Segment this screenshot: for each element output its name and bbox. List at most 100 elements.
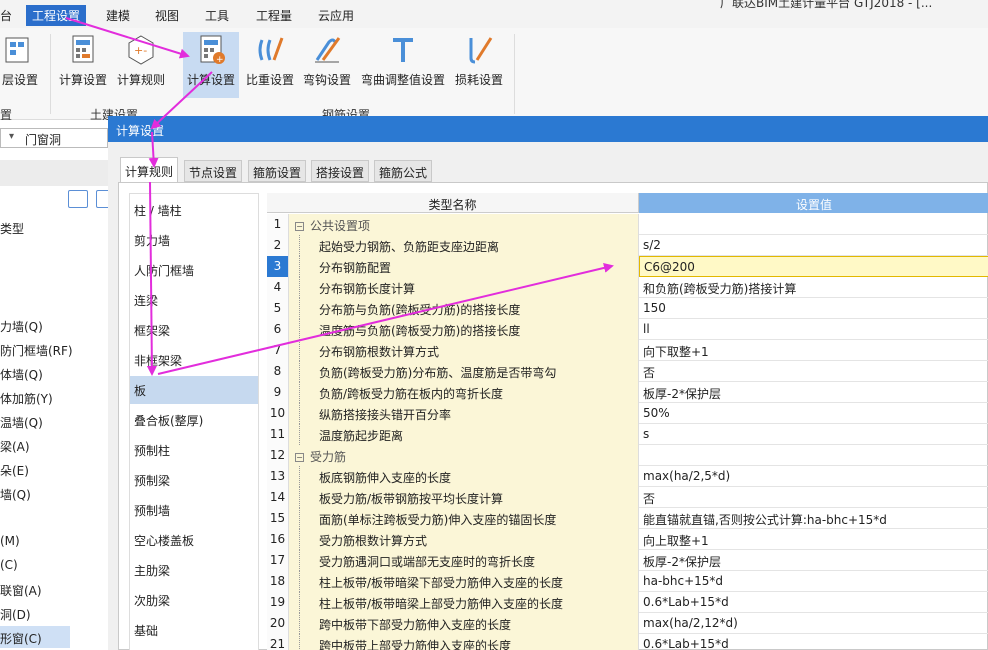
grid-row[interactable]: 5 分布筋与负筋(跨板受力筋)的搭接长度 150: [267, 298, 988, 319]
tab-lap-settings[interactable]: 搭接设置: [311, 160, 370, 182]
row-value[interactable]: 150: [639, 298, 988, 319]
calc-rule-button[interactable]: +- 计算规则: [114, 32, 168, 98]
row-value[interactable]: s: [639, 424, 988, 445]
category-item[interactable]: 预制墙: [130, 496, 258, 524]
grid-row[interactable]: 8 负筋(跨板受力筋)分布筋、温度筋是否带弯勾 否: [267, 361, 988, 382]
grid-row[interactable]: 18 柱上板带/板带暗梁下部受力筋伸入支座的长度 ha-bhc+15*d: [267, 571, 988, 592]
category-item[interactable]: 预制柱: [130, 436, 258, 464]
category-item[interactable]: 主肋梁: [130, 556, 258, 584]
row-number: 9: [267, 382, 289, 403]
calc-settings-rebar-button[interactable]: + 计算设置: [183, 32, 239, 98]
collapse-icon[interactable]: −: [295, 453, 304, 462]
grid-row[interactable]: 9 负筋/跨板受力筋在板内的弯折长度 板厚-2*保护层: [267, 382, 988, 403]
menu-item-project-settings[interactable]: 工程设置: [26, 5, 87, 26]
grid-row[interactable]: 11 温度筋起步距离 s: [267, 424, 988, 445]
row-value[interactable]: [639, 214, 988, 235]
row-value[interactable]: 0.6*Lab+15*d: [639, 592, 988, 613]
category-item[interactable]: 空心楼盖板: [130, 526, 258, 554]
grid-row[interactable]: 16 受力筋根数计算方式 向上取整+1: [267, 529, 988, 550]
row-value[interactable]: 向上取整+1: [639, 529, 988, 550]
row-value[interactable]: ha-bhc+15*d: [639, 571, 988, 592]
row-value[interactable]: 和负筋(跨板受力筋)搭接计算: [639, 277, 988, 298]
row-value[interactable]: max(ha/2,12*d): [639, 613, 988, 634]
row-name-text: 板底钢筋伸入支座的长度: [319, 471, 452, 485]
grid-row[interactable]: 15 面筋(单标注跨板受力筋)伸入支座的锚固长度 能直锚就直锚,否则按公式计算:ha…: [267, 508, 988, 529]
tree-item[interactable]: 体加筋(Y): [0, 390, 53, 407]
category-item[interactable]: 框架梁: [130, 316, 258, 344]
tree-item[interactable]: 朵(E): [0, 462, 29, 479]
tab-node-settings[interactable]: 节点设置: [184, 160, 243, 182]
grid-row[interactable]: 6 温度筋与负筋(跨板受力筋)的搭接长度 ll: [267, 319, 988, 340]
row-value[interactable]: 50%: [639, 403, 988, 424]
bend-adjust-settings-button[interactable]: 弯曲调整值设置: [360, 32, 446, 98]
menu-item-quantity[interactable]: 工程量: [256, 7, 292, 24]
menu-item-modeling[interactable]: 建模: [106, 7, 130, 24]
dialog-title-bar[interactable]: 计算设置: [108, 116, 988, 142]
floor-settings-button[interactable]: 层设置: [0, 32, 40, 98]
row-value[interactable]: 板厚-2*保护层: [639, 550, 988, 571]
grid-row[interactable]: 2 起始受力钢筋、负筋距支座边距离 s/2: [267, 235, 988, 256]
weight-settings-button[interactable]: 比重设置: [244, 32, 296, 98]
row-value[interactable]: 板厚-2*保护层: [639, 382, 988, 403]
row-name: − 公共设置项: [289, 214, 639, 235]
grid-row[interactable]: 14 板受力筋/板带钢筋按平均长度计算 否: [267, 487, 988, 508]
row-value[interactable]: s/2: [639, 235, 988, 256]
category-item[interactable]: 叠合板(整厚): [130, 406, 258, 434]
component-type-combo[interactable]: ▾ 门窗洞: [0, 128, 108, 148]
hook-settings-button[interactable]: 弯钩设置: [300, 32, 354, 98]
tree-item-selected[interactable]: 形窗(C): [0, 626, 70, 648]
menu-item-tools[interactable]: 工具: [205, 7, 229, 24]
grid-row[interactable]: 17 受力筋遇洞口或端部无支座时的弯折长度 板厚-2*保护层: [267, 550, 988, 571]
grid-row[interactable]: 21 跨中板带上部受力筋伸入支座的长度 0.6*Lab+15*d: [267, 634, 988, 650]
menu-item-cloud[interactable]: 云应用: [318, 7, 354, 24]
grid-group-row[interactable]: 12− 受力筋: [267, 445, 988, 466]
tree-item[interactable]: 力墙(Q): [0, 318, 43, 335]
category-item[interactable]: 预制梁: [130, 466, 258, 494]
row-value[interactable]: 否: [639, 487, 988, 508]
row-value-editing[interactable]: C6@200: [639, 256, 988, 277]
row-value[interactable]: [639, 445, 988, 466]
row-value[interactable]: 0.6*Lab+15*d: [639, 634, 988, 650]
category-item[interactable]: 基础: [130, 616, 258, 644]
row-value[interactable]: max(ha/2,5*d): [639, 466, 988, 487]
tab-stirrup-formula[interactable]: 箍筋公式: [374, 160, 433, 182]
tree-item[interactable]: 防门框墙(RF): [0, 342, 73, 359]
list-view-icon[interactable]: [68, 190, 88, 208]
tab-calc-rules[interactable]: 计算规则: [120, 157, 179, 183]
grid-row[interactable]: 4 分布钢筋长度计算 和负筋(跨板受力筋)搭接计算: [267, 277, 988, 298]
grid-row[interactable]: 7 分布钢筋根数计算方式 向下取整+1: [267, 340, 988, 361]
collapse-icon[interactable]: −: [295, 222, 304, 231]
grid-row[interactable]: 10 纵筋搭接接头错开百分率 50%: [267, 403, 988, 424]
grid-row[interactable]: 3 分布钢筋配置 C6@200: [267, 256, 988, 277]
tree-item[interactable]: 墙(Q): [0, 486, 31, 503]
category-item[interactable]: 剪力墙: [130, 226, 258, 254]
grid-group-row[interactable]: 1− 公共设置项: [267, 214, 988, 235]
tree-item[interactable]: 体墙(Q): [0, 366, 43, 383]
calc-settings-civil-button[interactable]: 计算设置: [56, 32, 110, 98]
tree-item[interactable]: (C): [0, 558, 18, 572]
row-value[interactable]: 向下取整+1: [639, 340, 988, 361]
row-value[interactable]: ll: [639, 319, 988, 340]
grid-row[interactable]: 19 柱上板带/板带暗梁上部受力筋伸入支座的长度 0.6*Lab+15*d: [267, 592, 988, 613]
loss-settings-button[interactable]: 损耗设置: [452, 32, 506, 98]
category-item[interactable]: 柱 / 墙柱: [130, 196, 258, 224]
row-number: 15: [267, 508, 289, 529]
row-value[interactable]: 能直锚就直锚,否则按公式计算:ha-bhc+15*d: [639, 508, 988, 529]
category-item[interactable]: 连梁: [130, 286, 258, 314]
tree-item[interactable]: 梁(A): [0, 438, 30, 455]
tree-item[interactable]: (M): [0, 534, 20, 548]
category-item[interactable]: 人防门框墙: [130, 256, 258, 284]
menu-item-platform[interactable]: 台: [0, 7, 12, 24]
row-value[interactable]: 否: [639, 361, 988, 382]
category-item[interactable]: 次肋梁: [130, 586, 258, 614]
tree-item[interactable]: 温墙(Q): [0, 414, 43, 431]
grid-row[interactable]: 20 跨中板带下部受力筋伸入支座的长度 max(ha/2,12*d): [267, 613, 988, 634]
tree-item[interactable]: 联窗(A): [0, 582, 42, 599]
tab-stirrup-settings[interactable]: 箍筋设置: [248, 160, 307, 182]
menu-item-view[interactable]: 视图: [155, 7, 179, 24]
tree-item[interactable]: 洞(D): [0, 606, 31, 623]
category-item-selected[interactable]: 板: [130, 376, 258, 404]
grid-row[interactable]: 13 板底钢筋伸入支座的长度 max(ha/2,5*d): [267, 466, 988, 487]
category-item[interactable]: 非框架梁: [130, 346, 258, 374]
row-name: 板受力筋/板带钢筋按平均长度计算: [289, 487, 639, 508]
